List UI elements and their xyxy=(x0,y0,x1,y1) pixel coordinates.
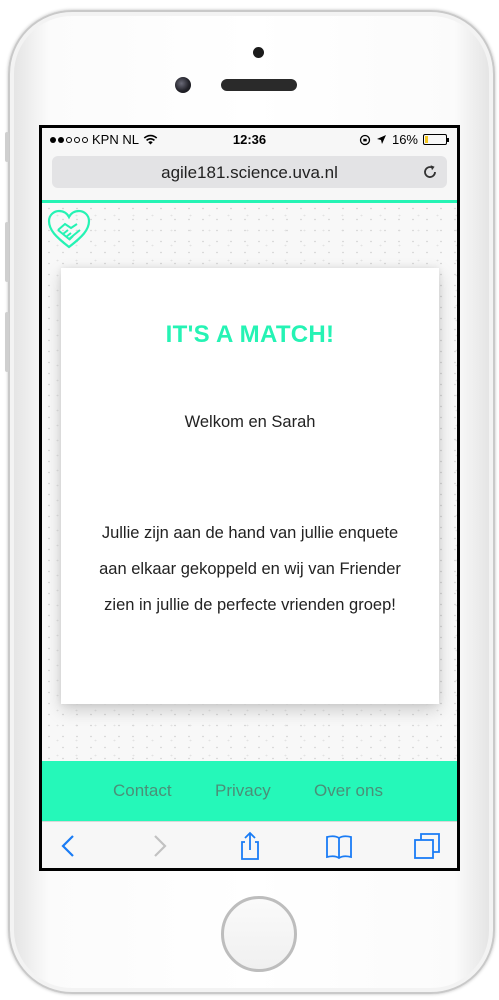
reload-icon[interactable] xyxy=(421,163,439,181)
footer-link-contact[interactable]: Contact xyxy=(113,781,172,801)
forward-icon[interactable] xyxy=(144,831,174,861)
page-body: IT'S A MATCH! Welkom en Sarah Jullie zij… xyxy=(42,203,457,761)
proximity-sensor xyxy=(253,47,264,58)
heart-handshake-icon[interactable] xyxy=(46,208,92,250)
url-text[interactable]: agile181.science.uva.nl xyxy=(52,163,447,183)
battery-icon xyxy=(423,134,449,145)
earpiece-speaker xyxy=(221,79,297,91)
screen: KPN NL 12:36 16% agile181.science.uva.nl… xyxy=(39,125,460,871)
home-button[interactable] xyxy=(221,896,297,972)
match-message: Jullie zijn aan de hand van jullie enque… xyxy=(99,524,401,614)
browser-toolbar xyxy=(42,821,457,868)
footer-link-over-ons[interactable]: Over ons xyxy=(314,781,383,801)
back-icon[interactable] xyxy=(54,831,84,861)
status-bar: KPN NL 12:36 16% xyxy=(42,128,457,150)
match-title: IT'S A MATCH! xyxy=(165,321,335,348)
volume-up-button xyxy=(5,222,9,282)
bookmarks-icon[interactable] xyxy=(324,831,354,861)
tabs-icon[interactable] xyxy=(412,831,442,861)
address-bar[interactable]: agile181.science.uva.nl xyxy=(52,156,447,188)
screen-content: KPN NL 12:36 16% agile181.science.uva.nl… xyxy=(42,128,457,868)
footer-link-privacy[interactable]: Privacy xyxy=(215,781,271,801)
battery-percent: 16% xyxy=(391,132,418,147)
match-card: IT'S A MATCH! Welkom en Sarah Jullie zij… xyxy=(61,268,439,704)
front-camera xyxy=(175,77,191,93)
orientation-lock-icon xyxy=(359,134,371,145)
location-arrow-icon xyxy=(376,135,386,144)
mute-switch xyxy=(5,132,9,162)
volume-down-button xyxy=(5,312,9,372)
welcome-text: Welkom en Sarah xyxy=(184,413,316,431)
site-footer: Contact Privacy Over ons xyxy=(42,761,457,821)
share-icon[interactable] xyxy=(235,831,265,861)
